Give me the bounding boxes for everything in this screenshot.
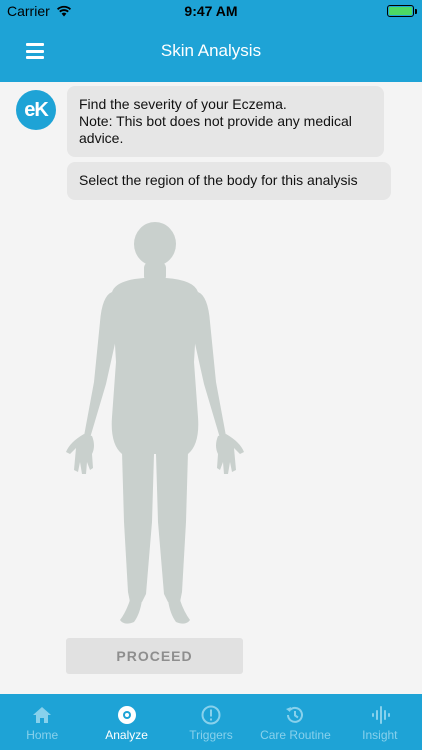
tab-label: Home [26,728,59,742]
message-line: Find the severity of your Eczema. [79,96,287,112]
tab-bar: Home Analyze Triggers Care Routine Insig… [0,694,422,750]
tab-label: Care Routine [260,728,331,742]
body-left-foot[interactable] [120,600,142,624]
tab-label: Analyze [105,728,148,742]
top-bar: Carrier 9:47 AM Skin Analysis [0,0,422,82]
chat-area: eK Find the severity of your Eczema. Not… [0,82,422,694]
waveform-icon [371,706,390,724]
message-text: Select the region of the body for this a… [79,172,358,188]
body-right-leg[interactable] [156,452,188,602]
body-left-leg[interactable] [122,452,154,602]
body-left-hand[interactable] [66,434,94,474]
tab-care-routine[interactable]: Care Routine [253,694,337,750]
chat-bubble-intro: Find the severity of your Eczema. Note: … [67,86,384,157]
alert-icon [201,705,221,725]
page-title: Skin Analysis [160,41,262,60]
body-torso[interactable] [111,278,199,454]
body-map[interactable] [60,222,250,627]
tab-analyze[interactable]: Analyze [84,694,168,750]
bot-avatar: eK [16,90,56,130]
proceed-button[interactable]: PROCEED [66,638,243,674]
avatar-logo-text: eK [24,98,49,121]
status-bar: Carrier 9:47 AM [0,0,422,22]
tab-home[interactable]: Home [0,694,84,750]
body-right-hand[interactable] [216,434,244,474]
tab-insight[interactable]: Insight [338,694,422,750]
battery-icon [387,5,417,17]
history-icon [286,706,304,723]
body-head[interactable] [134,222,176,266]
tab-label: Insight [362,728,398,742]
chat-bubble-prompt: Select the region of the body for this a… [67,162,391,200]
status-time: 9:47 AM [184,3,238,19]
home-icon [33,707,52,723]
tab-triggers[interactable]: Triggers [169,694,253,750]
tab-label: Triggers [189,728,233,742]
body-right-foot[interactable] [168,600,190,624]
message-line: Note: This bot does not provide any medi… [79,113,352,146]
analyze-icon [117,706,136,724]
